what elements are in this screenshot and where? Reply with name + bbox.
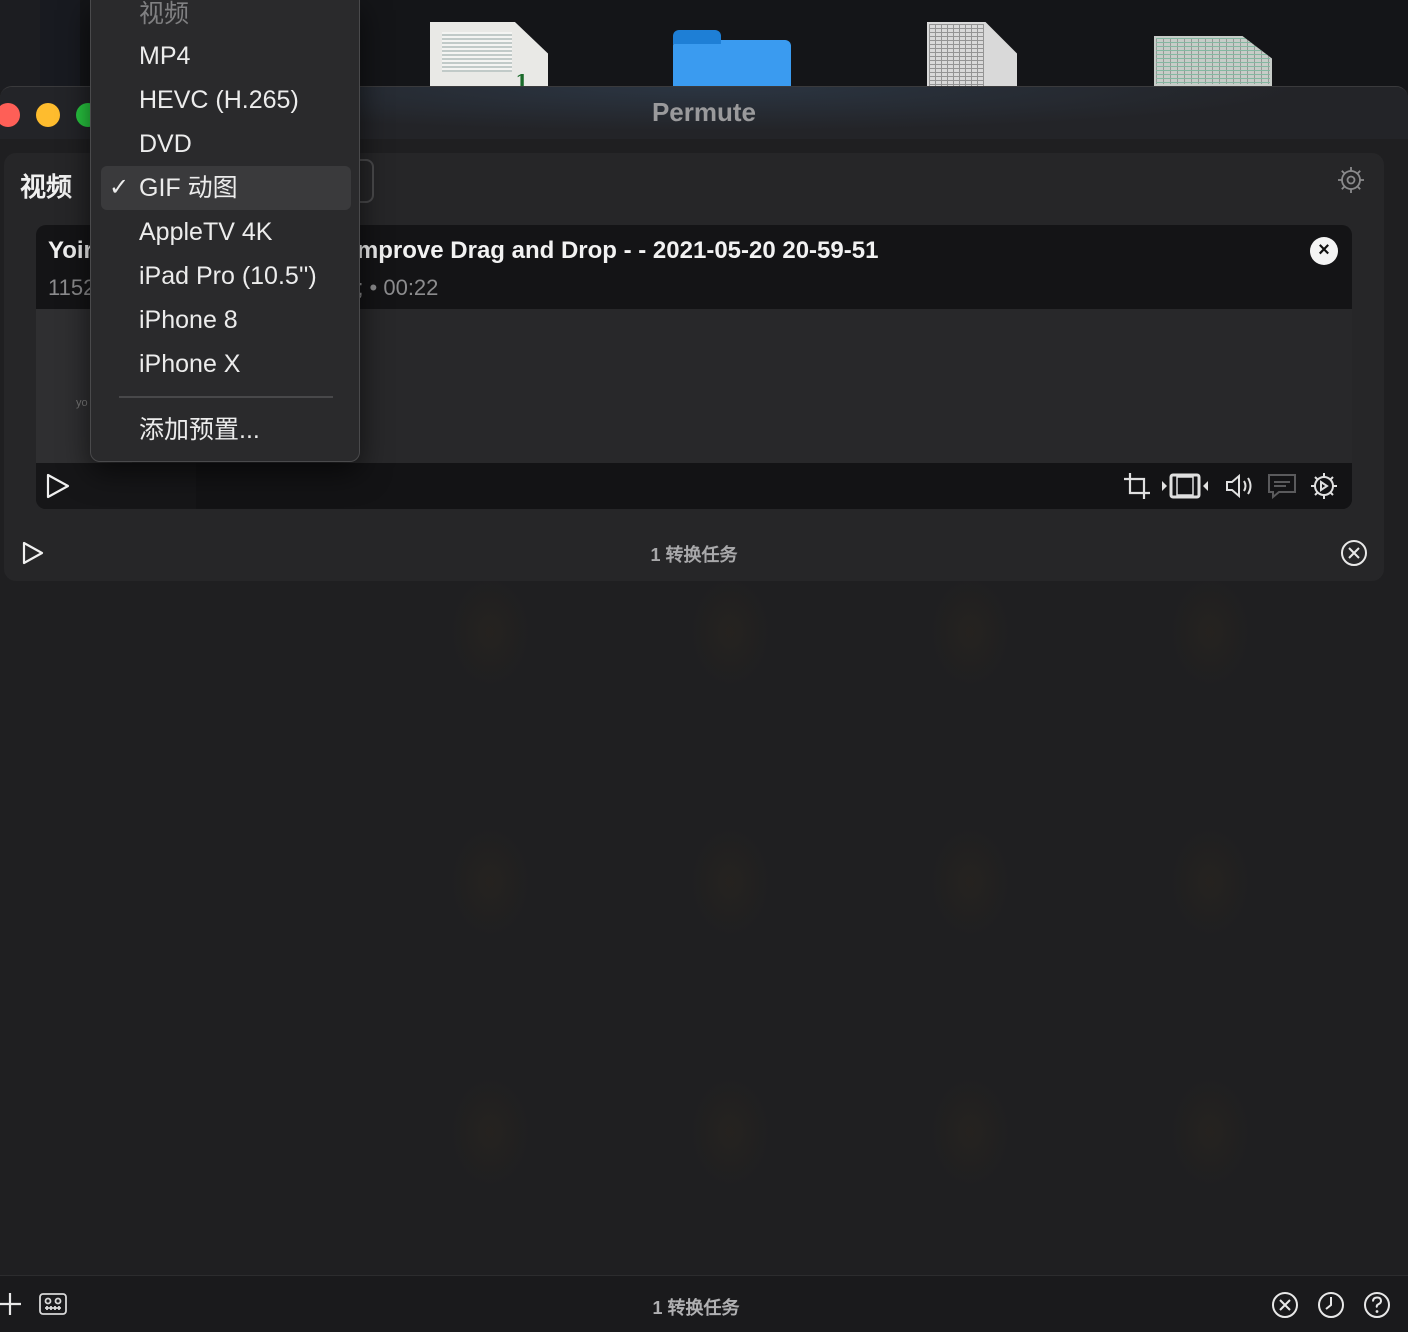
menu-item-label: iPhone 8 (139, 306, 238, 334)
gear-icon[interactable] (1308, 471, 1340, 501)
preset-dropdown-menu: 视频 MP4 HEVC (H.265) DVD ✓ GIF 动图 AppleTV … (90, 0, 360, 462)
file-meta-right: ; • 00:22 (357, 275, 439, 300)
help-icon[interactable] (1362, 1290, 1392, 1320)
desktop-folder-icon[interactable] (673, 22, 791, 90)
total-task-count: 1 转换任务 (652, 1298, 740, 1318)
trim-icon[interactable] (1160, 471, 1210, 501)
gear-icon[interactable] (1336, 165, 1366, 195)
file-title-left: Yoir (48, 237, 93, 264)
menu-item-iphone-x[interactable]: iPhone X (101, 342, 351, 386)
menu-separator (119, 396, 333, 398)
menu-item-label: AppleTV 4K (139, 218, 273, 246)
menu-item-label: 添加预置... (139, 416, 260, 444)
subtitles-icon[interactable] (1266, 471, 1298, 501)
bottom-bar: 1 转换任务 (0, 1275, 1408, 1332)
thumbnail-text: yo (76, 397, 88, 409)
menu-section-header: 视频 (139, 0, 190, 28)
menu-item-iphone-8[interactable]: iPhone 8 (101, 298, 351, 342)
play-icon[interactable] (44, 471, 76, 501)
menu-item-hevc[interactable]: HEVC (H.265) (101, 78, 351, 122)
menu-item-mp4[interactable]: MP4 (101, 34, 351, 78)
crop-icon[interactable] (1122, 471, 1154, 501)
checkmark-icon: ✓ (109, 174, 130, 201)
file-meta-left: 1152 (48, 275, 96, 300)
close-circle-icon[interactable] (1340, 539, 1368, 567)
group-task-count: 1 转换任务 (650, 545, 738, 565)
menu-item-add-preset[interactable]: 添加预置... (101, 408, 351, 452)
menu-item-label: MP4 (139, 42, 191, 70)
group-label: 视频 (20, 172, 73, 202)
menu-item-gif[interactable]: ✓ GIF 动图 (101, 166, 351, 210)
menu-item-label: GIF 动图 (139, 174, 238, 202)
preview-controls (36, 463, 1352, 509)
remove-file-button[interactable]: × (1310, 237, 1338, 265)
menu-item-label: DVD (139, 130, 192, 158)
volume-icon[interactable] (1224, 471, 1256, 501)
background-pattern (420, 577, 1320, 1227)
menu-item-ipad-pro[interactable]: iPad Pro (10.5'') (101, 254, 351, 298)
menu-item-label: iPhone X (139, 350, 241, 378)
close-circle-icon[interactable] (1270, 1290, 1300, 1320)
menu-item-label: HEVC (H.265) (139, 86, 299, 114)
menu-item-dvd[interactable]: DVD (101, 122, 351, 166)
file-title-right: d Improve Drag and Drop - - 2021-05-20 2… (328, 237, 879, 264)
dock-app-icon (0, 0, 40, 90)
desktop-spreadsheet-icon[interactable] (1154, 22, 1272, 86)
dock-app-icon (40, 0, 80, 90)
menu-item-label: iPad Pro (10.5'') (139, 262, 317, 290)
history-icon[interactable] (1316, 1290, 1346, 1320)
menu-item-appletv-4k[interactable]: AppleTV 4K (101, 210, 351, 254)
desktop-document-icon[interactable]: 1 (430, 22, 548, 90)
desktop-spreadsheet-icon[interactable] (927, 22, 1017, 90)
